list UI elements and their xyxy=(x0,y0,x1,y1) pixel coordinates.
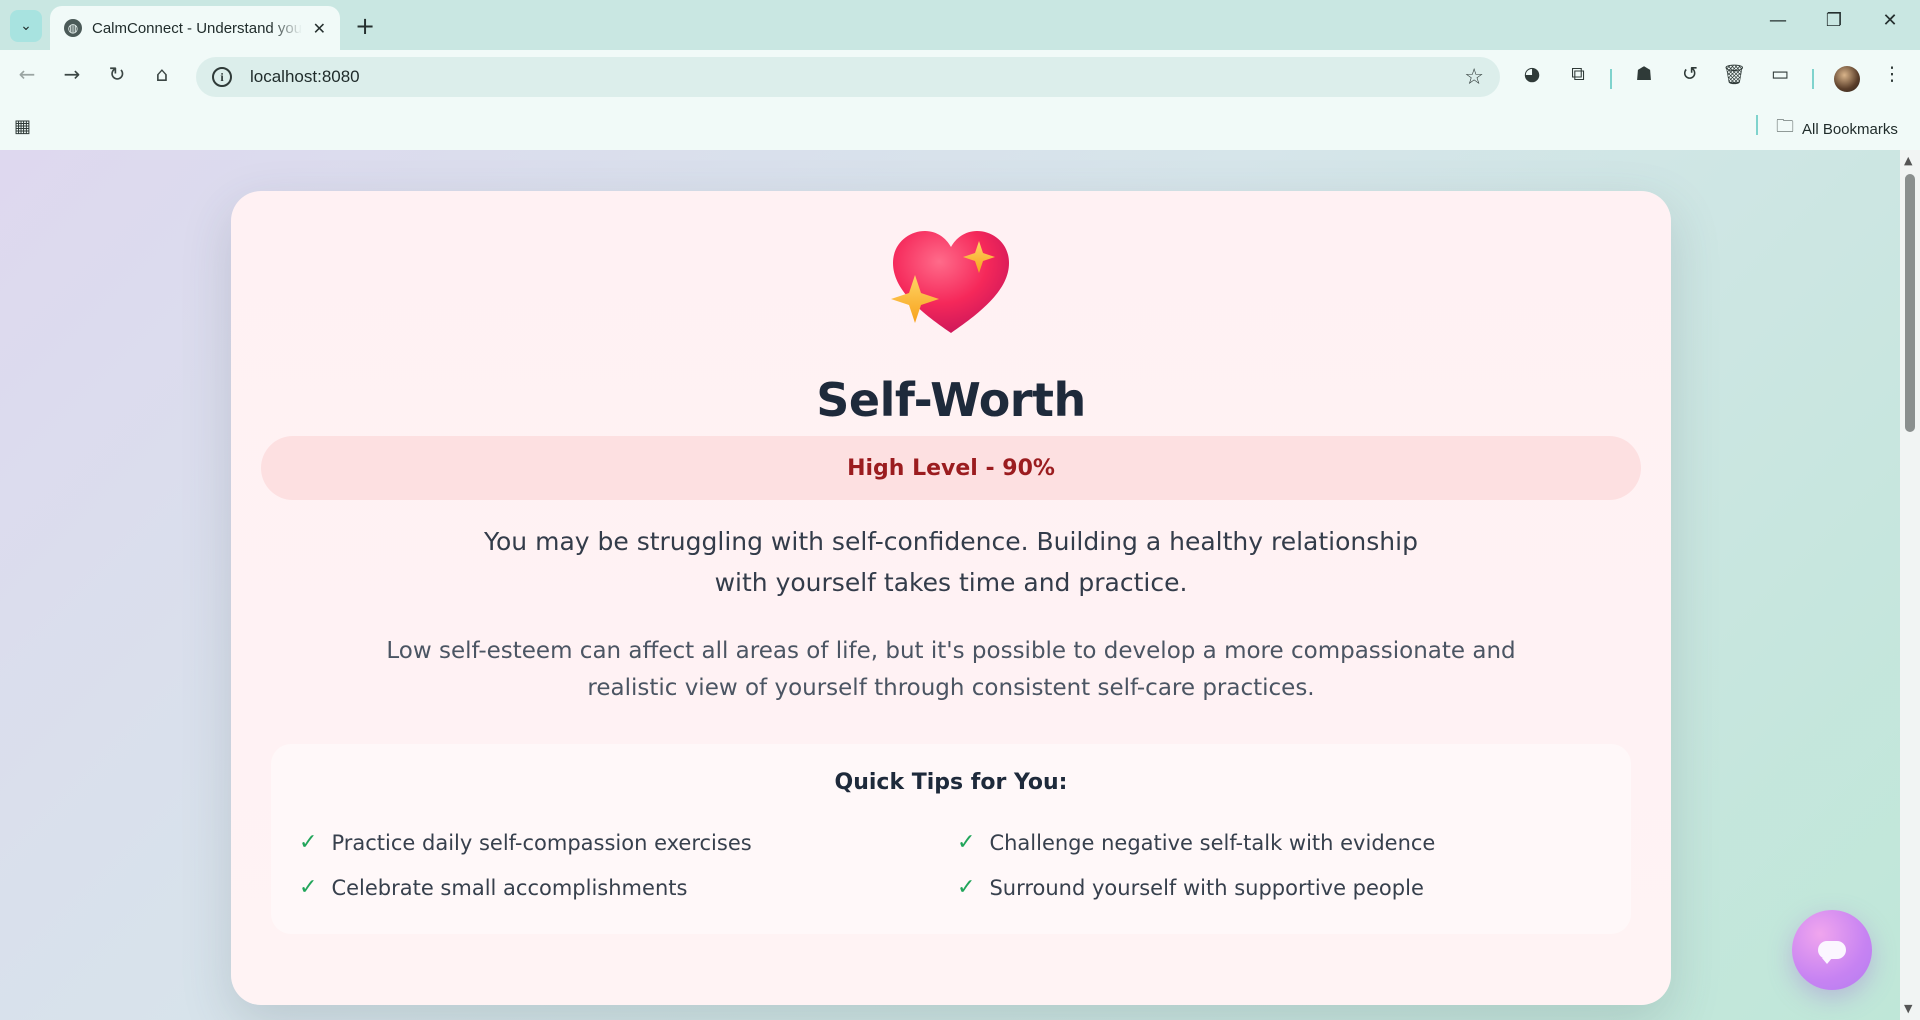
forward-icon[interactable]: → xyxy=(57,62,87,86)
site-info-icon[interactable]: i xyxy=(212,67,232,87)
lead-line: You may be struggling with self-confiden… xyxy=(484,527,1418,556)
toolbar-divider xyxy=(1610,69,1612,89)
bookmarks-bar: ▦ 🗀 All Bookmarks xyxy=(0,100,1920,150)
browser-toolbar: ← → ↻ ⌂ i localhost:8080 ☆ ◕ ⧉ ☗ ↺ 🗑 ▭ ⋮ xyxy=(0,50,1920,100)
tab-close-icon[interactable]: ✕ xyxy=(313,19,326,38)
extensions-puzzle-icon[interactable]: ⧉ xyxy=(1564,63,1592,85)
extension-tomato-icon[interactable]: ◕ xyxy=(1518,63,1546,85)
tip-text: Challenge negative self-talk with eviden… xyxy=(989,830,1436,855)
bookmarks-divider xyxy=(1756,115,1758,135)
all-bookmarks-label: All Bookmarks xyxy=(1802,120,1898,138)
bookmark-star-icon[interactable]: ☆ xyxy=(1464,65,1484,90)
check-icon: ✓ xyxy=(299,830,318,855)
scroll-down-icon[interactable]: ▼ xyxy=(1904,1002,1912,1015)
browser-titlebar: ⌄ ◍ CalmConnect - Understand your ✕ + — … xyxy=(0,0,1920,50)
folder-icon: 🗀 xyxy=(1776,116,1794,136)
reload-icon[interactable]: ↻ xyxy=(102,62,132,86)
chat-bubble-icon xyxy=(1818,941,1846,964)
scrollbar-thumb[interactable] xyxy=(1905,174,1915,432)
incognito-icon[interactable]: ☗ xyxy=(1630,63,1658,85)
description-line: realistic view of yourself through consi… xyxy=(587,675,1315,701)
check-icon: ✓ xyxy=(957,875,976,900)
tip-item: ✓ Challenge negative self-talk with evid… xyxy=(957,830,1435,855)
scroll-up-icon[interactable]: ▲ xyxy=(1904,154,1912,167)
tip-item: ✓ Surround yourself with supportive peop… xyxy=(957,875,1424,900)
page-viewport: Self-Worth High Level - 90% You may be s… xyxy=(0,150,1900,1020)
description-text: Low self-esteem can affect all areas of … xyxy=(381,633,1521,707)
lead-text: You may be struggling with self-confiden… xyxy=(451,521,1451,603)
globe-icon: ◍ xyxy=(64,19,82,37)
all-bookmarks-button[interactable]: 🗀 All Bookmarks xyxy=(1776,114,1898,144)
tip-item: ✓ Practice daily self-compassion exercis… xyxy=(299,830,752,855)
tips-title: Quick Tips for You: xyxy=(834,770,1068,795)
chat-button[interactable] xyxy=(1792,910,1872,990)
chevron-down-icon: ⌄ xyxy=(20,18,32,34)
check-icon: ✓ xyxy=(299,875,318,900)
lead-line: with yourself takes time and practice. xyxy=(714,568,1188,597)
tip-text: Practice daily self-compassion exercises xyxy=(331,830,752,855)
check-icon: ✓ xyxy=(957,830,976,855)
tab-title: CalmConnect - Understand your xyxy=(92,19,302,37)
tip-item: ✓ Celebrate small accomplishments xyxy=(299,875,687,900)
sparkling-heart-icon xyxy=(889,229,1013,341)
result-card: Self-Worth High Level - 90% You may be s… xyxy=(231,191,1671,1005)
new-tab-icon[interactable]: + xyxy=(355,12,375,40)
history-icon[interactable]: ↺ xyxy=(1676,63,1704,85)
back-icon[interactable]: ← xyxy=(12,62,42,86)
page-title: Self-Worth xyxy=(816,373,1086,427)
profile-avatar[interactable] xyxy=(1834,66,1860,92)
description-line: Low self-esteem can affect all areas of … xyxy=(386,638,1516,664)
home-icon[interactable]: ⌂ xyxy=(147,62,177,86)
restore-icon[interactable]: ❐ xyxy=(1814,10,1854,31)
tab-search-button[interactable]: ⌄ xyxy=(10,10,42,42)
level-text: High Level - 90% xyxy=(847,455,1055,481)
apps-grid-icon[interactable]: ▦ xyxy=(14,116,31,137)
level-badge: High Level - 90% xyxy=(261,436,1641,500)
minimize-icon[interactable]: — xyxy=(1758,10,1798,31)
close-window-icon[interactable]: ✕ xyxy=(1870,10,1910,31)
browser-tab[interactable]: ◍ CalmConnect - Understand your ✕ xyxy=(50,6,340,50)
trash-icon[interactable]: 🗑 xyxy=(1720,63,1748,86)
tip-text: Surround yourself with supportive people xyxy=(989,875,1424,900)
quick-tips-panel: Quick Tips for You: ✓ Practice daily sel… xyxy=(271,744,1631,934)
page-scrollbar[interactable]: ▲ ▼ xyxy=(1900,150,1920,1020)
cast-icon[interactable]: ▭ xyxy=(1766,63,1794,85)
url-text: localhost:8080 xyxy=(250,67,360,86)
address-bar[interactable]: i localhost:8080 ☆ xyxy=(196,57,1500,97)
toolbar-divider xyxy=(1812,69,1814,89)
tip-text: Celebrate small accomplishments xyxy=(331,875,688,900)
menu-kebab-icon[interactable]: ⋮ xyxy=(1878,63,1906,85)
